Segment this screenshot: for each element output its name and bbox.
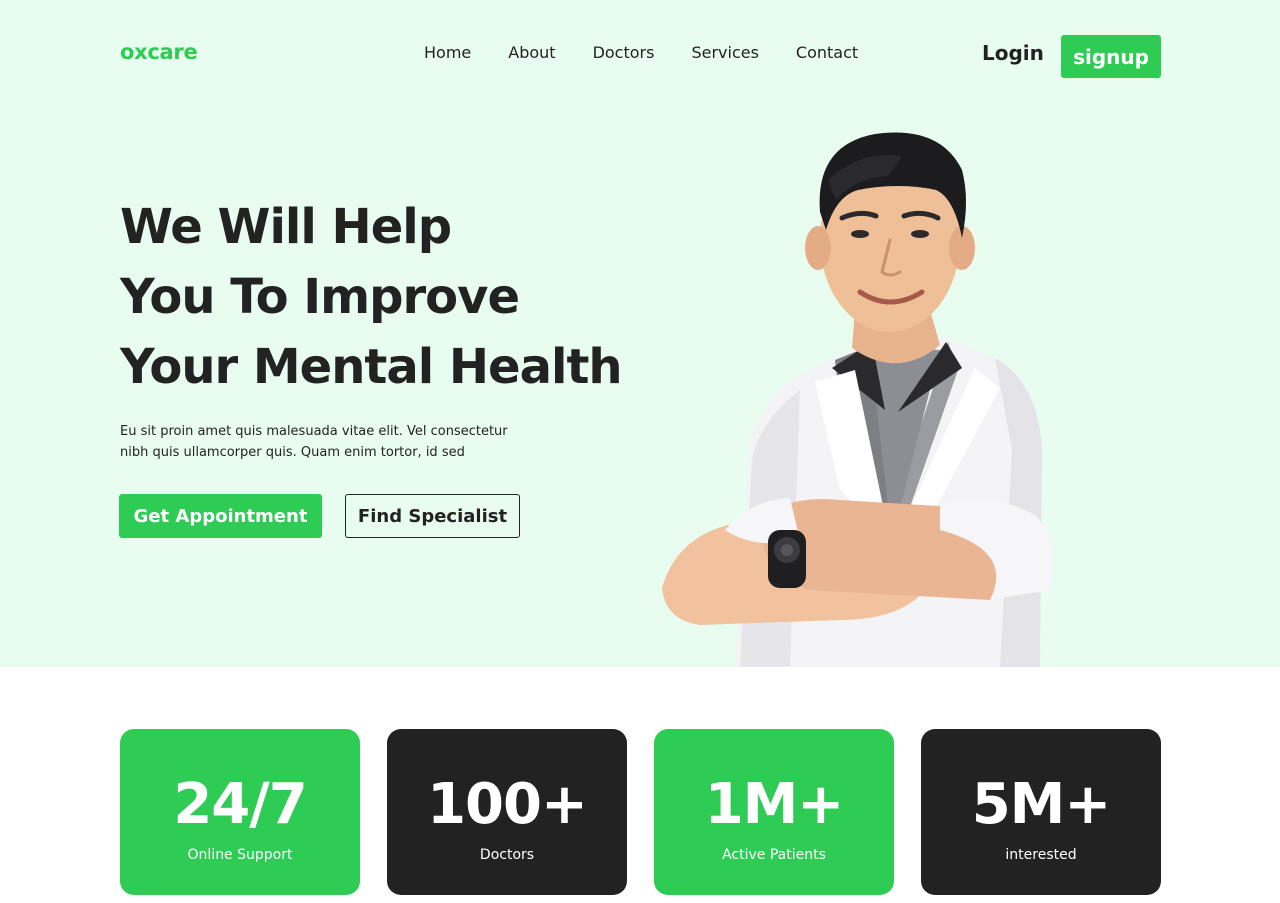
login-link[interactable]: Login: [982, 41, 1044, 65]
signup-button[interactable]: signup: [1061, 35, 1161, 78]
stat-label: Online Support: [187, 847, 293, 863]
nav-link-about[interactable]: About: [508, 43, 555, 62]
doctor-photo: [662, 132, 1053, 667]
stat-label: Active Patients: [722, 847, 826, 863]
stat-value: 24/7: [173, 772, 307, 837]
headline-line: We Will Help: [120, 199, 452, 255]
stat-card-online-support: 24/7 Online Support: [120, 729, 360, 895]
brand-logo[interactable]: oxcare: [120, 40, 198, 64]
stat-value: 5M+: [971, 772, 1112, 837]
stat-value: 100+: [427, 772, 588, 837]
nav-link-home[interactable]: Home: [424, 43, 471, 62]
hero-section: oxcare Home About Doctors Services Conta…: [0, 0, 1280, 667]
stat-card-active-patients: 1M+ Active Patients: [654, 729, 894, 895]
stat-card-interested: 5M+ interested: [921, 729, 1161, 895]
nav-link-contact[interactable]: Contact: [796, 43, 858, 62]
stat-value: 1M+: [704, 772, 845, 837]
nav-link-doctors[interactable]: Doctors: [593, 43, 655, 62]
headline-line: Your Mental Health: [120, 339, 623, 395]
hero-description: Eu sit proin amet quis malesuada vitae e…: [120, 424, 508, 460]
nav-link-services[interactable]: Services: [691, 43, 758, 62]
headline-line: You To Improve: [120, 269, 520, 325]
stat-label: interested: [1005, 847, 1077, 863]
hero-headline: We Will Help You To Improve Your Mental …: [120, 192, 640, 402]
main-nav: Home About Doctors Services Contact: [424, 43, 858, 62]
stat-card-doctors: 100+ Doctors: [387, 729, 627, 895]
get-appointment-button[interactable]: Get Appointment: [119, 494, 322, 538]
stat-label: Doctors: [479, 847, 535, 863]
stats-section: 24/7 Online Support 100+ Doctors 1M+ Act…: [120, 729, 1161, 895]
find-specialist-button[interactable]: Find Specialist: [345, 494, 520, 538]
